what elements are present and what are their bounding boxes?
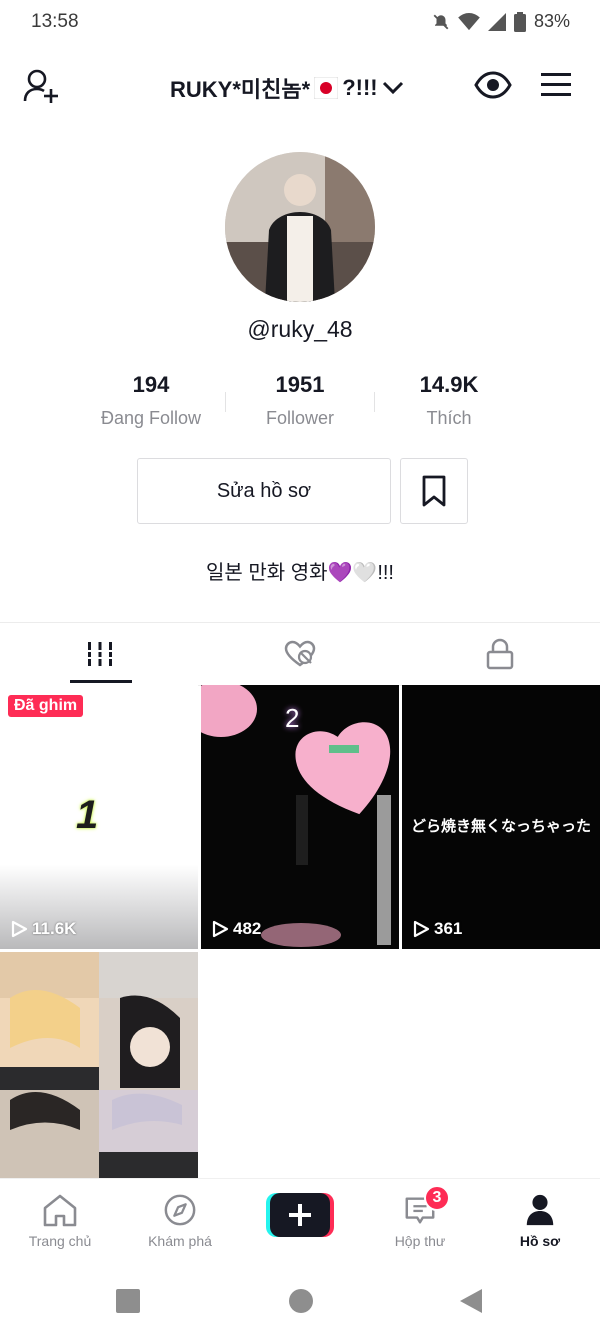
profile-icon [526, 1194, 554, 1226]
status-icons: 83% [432, 11, 570, 32]
likes-label: Thích [426, 408, 472, 428]
battery-percent: 83% [533, 11, 570, 31]
chevron-down-icon [382, 81, 403, 95]
bottom-navigation: Trang chủ Khám phá 3 Hộp thư Hồ sơ [0, 1178, 600, 1259]
top-header: RUKY*미친놈* ?!!! [0, 54, 600, 118]
system-navigation-bar [0, 1262, 600, 1333]
compass-icon [164, 1194, 196, 1226]
hamburger-menu-icon [541, 73, 571, 96]
avatar-photo [225, 152, 375, 302]
account-switcher[interactable]: RUKY*미친놈* ?!!! [170, 72, 430, 104]
japan-flag-icon [314, 77, 339, 99]
play-icon [212, 920, 229, 938]
view-count: 482 [211, 919, 261, 939]
profile-views-button[interactable] [474, 70, 514, 102]
profile-avatar[interactable] [225, 152, 375, 302]
video-thumbnail[interactable]: どら焼き無くなっちゃった 361 [402, 685, 600, 949]
edit-profile-button[interactable]: Sửa hồ sơ [137, 458, 391, 524]
back-icon[interactable] [458, 1287, 484, 1315]
cosplay-collage-image [0, 952, 198, 1178]
tab-active-indicator [70, 680, 132, 683]
favorites-button[interactable] [400, 458, 468, 524]
nav-discover[interactable]: Khám phá [120, 1193, 240, 1249]
home-icon [43, 1194, 77, 1227]
video-thumbnail[interactable] [0, 952, 198, 1178]
following-stat[interactable]: 194 Đang Follow [76, 372, 226, 429]
pinned-badge: Đã ghim [8, 695, 84, 717]
signal-icon [487, 12, 506, 31]
add-user-icon [23, 69, 58, 103]
video-overlay-text: どら焼き無くなっちゃった [410, 818, 591, 835]
add-friend-button[interactable] [22, 68, 64, 104]
following-label: Đang Follow [100, 408, 202, 428]
view-count: 11.6K [10, 919, 76, 939]
wifi-icon [458, 12, 480, 30]
username-text: RUKY*미친놈* [170, 77, 311, 102]
following-count: 194 [132, 372, 170, 397]
lock-icon [486, 638, 514, 670]
status-time: 13:58 [31, 11, 79, 32]
followers-label: Follower [265, 408, 335, 428]
status-bar: 13:58 83% [0, 0, 600, 44]
bookmark-icon [422, 475, 446, 507]
hidden-heart-icon [284, 640, 316, 667]
nav-home-label: Trang chủ [28, 1233, 92, 1249]
tab-liked[interactable] [200, 623, 400, 685]
play-icon [413, 920, 430, 938]
video-overlay-text: 1 [76, 793, 99, 837]
video-thumbnail[interactable]: 2 482 [201, 685, 399, 949]
nav-profile-label: Hồ sơ [519, 1233, 561, 1249]
followers-stat[interactable]: 1951 Follower [225, 372, 375, 429]
likes-count: 14.9K [419, 372, 479, 397]
username-suffix: ?!!! [342, 75, 378, 100]
nav-profile[interactable]: Hồ sơ [480, 1193, 600, 1249]
likes-stat[interactable]: 14.9K Thích [374, 372, 524, 429]
create-button-core [270, 1193, 330, 1237]
nav-discover-label: Khám phá [148, 1233, 212, 1249]
menu-button[interactable] [540, 72, 572, 100]
video-overlay-text: 2 [285, 703, 300, 733]
recent-apps-button[interactable] [116, 1289, 140, 1313]
profile-handle: @ruky_48 [247, 316, 353, 342]
followers-count: 1951 [275, 372, 325, 397]
tab-videos[interactable] [0, 623, 200, 685]
grid-videos-icon [88, 642, 112, 666]
battery-icon [513, 11, 526, 32]
eye-icon [474, 71, 512, 99]
inbox-icon-wrap: 3 [402, 1185, 450, 1227]
view-count: 361 [412, 919, 462, 939]
nav-inbox-label: Hộp thư [394, 1233, 446, 1249]
tab-private[interactable] [400, 623, 600, 685]
profile-tabs [0, 622, 600, 686]
plus-icon [289, 1204, 311, 1226]
heart-sticker-image [201, 685, 391, 947]
video-thumbnail[interactable]: Đã ghim 1 11.6K [0, 685, 198, 949]
create-video-button[interactable] [266, 1193, 334, 1237]
play-icon [11, 920, 28, 938]
profile-bio: 일본 만화 영화💜🤍!!! [206, 562, 394, 584]
mute-notification-icon [433, 14, 449, 29]
nav-inbox[interactable]: 3 Hộp thư [360, 1185, 480, 1249]
nav-home[interactable]: Trang chủ [0, 1193, 120, 1249]
inbox-badge: 3 [424, 1185, 450, 1211]
home-system-button[interactable] [289, 1289, 313, 1313]
